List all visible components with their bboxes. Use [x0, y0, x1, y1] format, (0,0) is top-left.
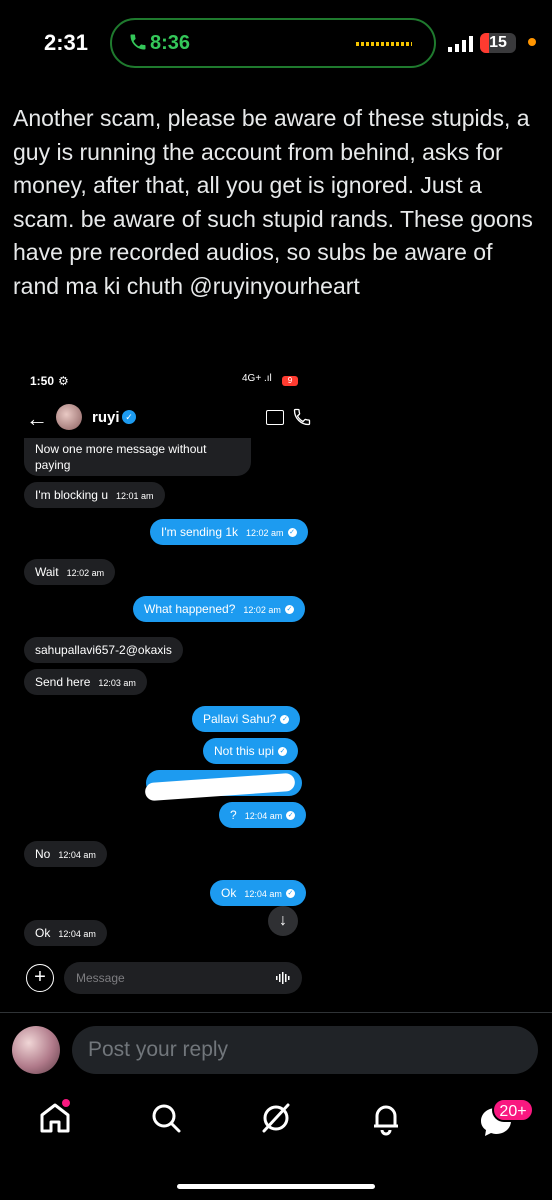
video-call-icon	[266, 410, 284, 425]
call-waveform	[356, 42, 412, 46]
message-time: 12:02 am	[66, 568, 105, 578]
screenshot-settings-icon: ⚙	[58, 374, 69, 388]
message-time: 12:02 am	[243, 605, 281, 615]
message-time: 12:03 am	[98, 678, 136, 688]
notifications-bell-icon[interactable]	[366, 1098, 406, 1138]
ongoing-call-pill[interactable]: 8:36	[110, 18, 436, 68]
phone-call-icon	[130, 34, 146, 50]
post-body: Another scam, please be aware of these s…	[13, 105, 533, 299]
screenshot-battery: 9	[282, 376, 298, 386]
message-time: 12:04 am	[244, 811, 283, 821]
divider	[0, 1012, 552, 1013]
status-bar: 2:31 8:36 15	[0, 0, 552, 90]
bottom-tab-bar	[0, 1090, 552, 1160]
back-arrow-icon: ←	[26, 406, 48, 431]
read-check-icon: ✓	[287, 528, 297, 538]
notifications-badge: 20+	[492, 1098, 534, 1122]
message-placeholder: Message	[76, 971, 125, 985]
call-duration: 8:36	[150, 32, 191, 54]
screenshot-network-status: 4G+ .ıl	[242, 373, 272, 384]
message-time: 12:04 am	[58, 929, 96, 939]
contact-name: ruyi	[92, 409, 120, 426]
message-text: Now one more message without paying	[35, 442, 207, 472]
cellular-signal-icon	[448, 36, 473, 52]
user-avatar[interactable]	[12, 1026, 60, 1074]
read-check-icon: ✓	[285, 889, 295, 899]
message-time: 12:04 am	[58, 850, 96, 860]
search-icon[interactable]	[146, 1098, 186, 1138]
battery-indicator: 15	[480, 33, 516, 53]
message-bubble: Not this upi ✓	[203, 738, 299, 764]
message-text: ?	[230, 808, 237, 822]
privacy-dot	[528, 38, 536, 46]
message-text: Not this upi	[214, 744, 275, 758]
message-text: No	[35, 847, 51, 861]
message-time: 12:04 am	[244, 889, 282, 899]
message-bubble: Now one more message without paying	[24, 438, 251, 476]
message-text: Wait	[35, 565, 59, 579]
battery-level-fill	[480, 33, 489, 53]
message-bubble: Wait 12:02 am	[24, 559, 116, 585]
message-bubble: Send here 12:03 am	[24, 669, 147, 695]
reply-input[interactable]: Post your reply	[72, 1026, 538, 1074]
attached-screenshot[interactable]: 1:50 ⚙ 4G+ .ıl 9 ← ruyi ✓ Now one more m…	[16, 360, 316, 1010]
voice-wave-icon	[276, 972, 290, 984]
message-text: I'm sending 1k	[161, 525, 238, 539]
phone-icon	[293, 408, 311, 426]
message-text: Pallavi Sahu?	[203, 712, 277, 726]
message-bubble: I'm sending 1k 12:02 am ✓	[150, 519, 308, 545]
message-text: I'm blocking u	[35, 488, 108, 502]
message-bubble: Pallavi Sahu? ✓	[192, 706, 301, 732]
message-bubble: sahupallavi657-2@okaxis	[24, 637, 183, 663]
message-input: Message	[64, 962, 302, 994]
message-text: What happened?	[144, 602, 236, 616]
message-time: 12:01 am	[116, 491, 154, 501]
message-text: Ok	[221, 886, 237, 900]
grok-icon[interactable]	[256, 1098, 296, 1138]
message-time: 12:02 am	[246, 528, 284, 538]
message-bubble: ? 12:04 am ✓	[219, 802, 307, 828]
verified-badge-icon: ✓	[122, 410, 136, 424]
message-text: Ok	[35, 926, 51, 940]
message-bubble: Ok 12:04 am ✓	[210, 880, 306, 906]
message-bubble: No 12:04 am	[24, 841, 107, 867]
message-bubble: Ok 12:04 am	[24, 920, 107, 946]
read-check-icon: ✓	[278, 747, 288, 757]
screenshot-status-time: 1:50	[30, 374, 55, 388]
battery-percent: 15	[489, 34, 507, 51]
message-bubble: What happened? 12:02 am ✓	[133, 596, 305, 622]
chat-header: ← ruyi ✓	[16, 400, 316, 436]
message-bubble: I'm blocking u 12:01 am	[24, 482, 165, 508]
read-check-icon: ✓	[280, 715, 290, 725]
reply-placeholder: Post your reply	[88, 1038, 229, 1061]
read-check-icon: ✓	[286, 811, 296, 821]
contact-avatar	[56, 404, 82, 430]
message-text: sahupallavi657-2@okaxis	[35, 643, 172, 657]
status-time: 2:31	[44, 30, 89, 55]
plus-icon: +	[26, 964, 54, 992]
message-text: Send here	[35, 675, 91, 689]
home-indicator	[177, 1184, 375, 1189]
read-check-icon: ✓	[284, 605, 294, 615]
scroll-down-arrow-icon: ↓	[268, 906, 298, 936]
home-notification-dot	[62, 1099, 70, 1107]
